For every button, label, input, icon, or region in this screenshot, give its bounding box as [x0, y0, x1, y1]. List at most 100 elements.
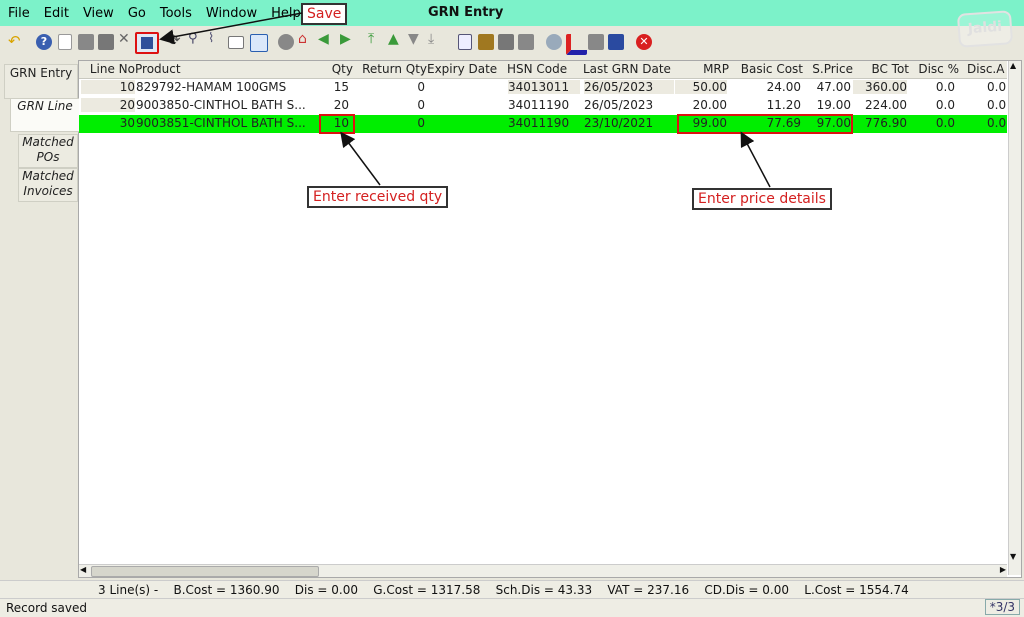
- cell-product[interactable]: 9003851-CINTHOL BATH S...: [136, 116, 316, 130]
- cell-disc-a[interactable]: 0.0: [987, 116, 1007, 130]
- cell-hsn-code[interactable]: 34011190: [508, 98, 580, 112]
- table-row-selected[interactable]: 30 9003851-CINTHOL BATH S... 10 0 340111…: [79, 115, 1007, 133]
- cell-hsn-code[interactable]: 34013011: [508, 80, 580, 94]
- summary-text: 3 Line(s) - B.Cost = 1360.90 Dis = 0.00 …: [98, 583, 909, 597]
- col-hsn-code[interactable]: HSN Code: [507, 62, 579, 76]
- cell-last-grn-date: 23/10/2021: [584, 116, 654, 130]
- cell-return-qty[interactable]: 0: [357, 98, 425, 112]
- col-last-grn-date[interactable]: Last GRN Date: [583, 62, 675, 76]
- col-s-price[interactable]: S.Price: [803, 62, 853, 76]
- status-bar: Record saved *3/3: [0, 598, 1024, 617]
- close-window-icon[interactable]: ✕: [636, 34, 652, 50]
- col-expiry-date[interactable]: Expiry Date: [427, 62, 507, 76]
- next-record-icon[interactable]: ▶: [340, 31, 356, 47]
- scroll-down-icon[interactable]: ▼: [1010, 552, 1016, 561]
- save-icon[interactable]: [135, 32, 159, 54]
- menu-file[interactable]: File: [8, 6, 30, 21]
- menu-bar: File Edit View Go Tools Window Help: [0, 0, 1024, 26]
- cell-return-qty[interactable]: 0: [357, 80, 425, 94]
- cell-s-price[interactable]: 19.00: [803, 98, 851, 112]
- cell-mrp[interactable]: 20.00: [675, 98, 727, 112]
- report-icon[interactable]: [458, 34, 472, 50]
- cell-bc-tot: 224.00: [865, 98, 907, 112]
- print-preview-icon[interactable]: [518, 34, 534, 50]
- fullscreen-icon[interactable]: [250, 34, 268, 52]
- cell-disc-a[interactable]: 0.0: [987, 98, 1007, 112]
- cell-disc-pct[interactable]: 0.0: [909, 98, 955, 112]
- horizontal-scrollbar[interactable]: ◀ ▶: [79, 564, 1007, 577]
- col-return-qty[interactable]: Return Qty: [357, 62, 427, 76]
- print-icon[interactable]: [498, 34, 514, 50]
- col-line-no[interactable]: Line No: [81, 62, 135, 76]
- grn-line-grid: Line No Product Qty Return Qty Expiry Da…: [78, 60, 1022, 578]
- menu-tools[interactable]: Tools: [160, 6, 192, 21]
- col-disc-pct[interactable]: Disc %: [909, 62, 959, 76]
- cell-disc-pct[interactable]: 0.0: [909, 116, 955, 130]
- attachment-icon[interactable]: ⌇: [208, 31, 224, 47]
- scroll-thumb[interactable]: [91, 566, 319, 577]
- menu-go[interactable]: Go: [128, 6, 146, 21]
- new-record-icon[interactable]: [58, 34, 72, 50]
- request-icon[interactable]: [588, 34, 604, 50]
- cell-bc-tot: 360.00: [853, 80, 907, 94]
- col-disc-a[interactable]: Disc.A: [967, 62, 1007, 76]
- cell-line-no: 30: [119, 116, 135, 130]
- last-record-icon[interactable]: ⤓: [428, 31, 444, 47]
- chat-icon[interactable]: [228, 36, 244, 49]
- tab-matched-invoices[interactable]: Matched Invoices: [18, 168, 78, 202]
- record-count[interactable]: *3/3: [984, 599, 1020, 615]
- tab-matched-pos[interactable]: Matched POs: [18, 134, 78, 168]
- col-mrp[interactable]: MRP: [675, 62, 729, 76]
- tab-grn-line[interactable]: GRN Line: [10, 98, 79, 132]
- cell-last-grn-date: 26/05/2023: [584, 80, 674, 94]
- table-row[interactable]: 20 9003850-CINTHOL BATH S... 20 0 340111…: [79, 97, 1007, 115]
- menu-window[interactable]: Window: [206, 6, 257, 21]
- cell-s-price[interactable]: 47.00: [803, 80, 851, 94]
- cell-product[interactable]: 829792-HAMAM 100GMS: [136, 80, 321, 94]
- menu-view[interactable]: View: [83, 6, 114, 21]
- cell-qty[interactable]: 20: [321, 98, 349, 112]
- scroll-right-icon[interactable]: ▶: [1000, 565, 1006, 574]
- zoom-icon[interactable]: [546, 34, 562, 50]
- workflow-icon[interactable]: [566, 34, 587, 55]
- table-row[interactable]: 10 829792-HAMAM 100GMS 15 0 34013011 26/…: [79, 79, 1007, 97]
- menu-edit[interactable]: Edit: [44, 6, 69, 21]
- cell-disc-a[interactable]: 0.0: [987, 80, 1007, 94]
- menu-help[interactable]: Help: [271, 6, 301, 21]
- home-icon[interactable]: ⌂: [298, 31, 314, 47]
- cell-mrp[interactable]: 50.00: [675, 80, 727, 94]
- copy-record-icon[interactable]: [78, 34, 94, 50]
- col-bc-tot[interactable]: BC Tot: [853, 62, 909, 76]
- cell-product[interactable]: 9003850-CINTHOL BATH S...: [136, 98, 321, 112]
- cell-basic-cost[interactable]: 11.20: [729, 98, 801, 112]
- tools-icon[interactable]: ✕: [118, 31, 134, 47]
- col-qty[interactable]: Qty: [321, 62, 353, 76]
- cell-line-no: 10: [81, 80, 135, 94]
- cell-basic-cost[interactable]: 24.00: [729, 80, 801, 94]
- product-info-icon[interactable]: [608, 34, 624, 50]
- record-up-icon[interactable]: ▲: [388, 31, 404, 47]
- cell-hsn-code[interactable]: 34011190: [508, 116, 580, 130]
- find-icon[interactable]: ⚲: [188, 31, 204, 47]
- price-highlight: [677, 114, 853, 134]
- record-down-icon[interactable]: ▼: [408, 31, 424, 47]
- scroll-left-icon[interactable]: ◀: [80, 565, 86, 574]
- scroll-up-icon[interactable]: ▲: [1010, 61, 1016, 70]
- archive-icon[interactable]: [478, 34, 494, 50]
- grid-header: Line No Product Qty Return Qty Expiry Da…: [79, 61, 1007, 79]
- previous-record-icon[interactable]: ◀: [318, 31, 334, 47]
- delete-record-icon[interactable]: [98, 34, 114, 50]
- help-icon[interactable]: ?: [36, 34, 52, 50]
- toolbar: ↶ ? ✕ ⟳ ⚲ ⌇ ⌂ ◀ ▶ ⤒ ▲ ▼ ⤓ ✕: [0, 27, 1024, 57]
- col-basic-cost[interactable]: Basic Cost: [729, 62, 803, 76]
- first-record-icon[interactable]: ⤒: [368, 31, 384, 47]
- cell-disc-pct[interactable]: 0.0: [909, 80, 955, 94]
- vertical-scrollbar[interactable]: ▲ ▼: [1008, 61, 1021, 575]
- refresh-icon[interactable]: ⟳: [168, 31, 184, 49]
- col-product[interactable]: Product: [135, 62, 320, 76]
- tab-grn-entry[interactable]: GRN Entry: [4, 64, 78, 99]
- cell-return-qty[interactable]: 0: [357, 116, 425, 130]
- history-icon[interactable]: [278, 34, 294, 50]
- cell-qty[interactable]: 15: [321, 80, 349, 94]
- undo-icon[interactable]: ↶: [8, 32, 24, 50]
